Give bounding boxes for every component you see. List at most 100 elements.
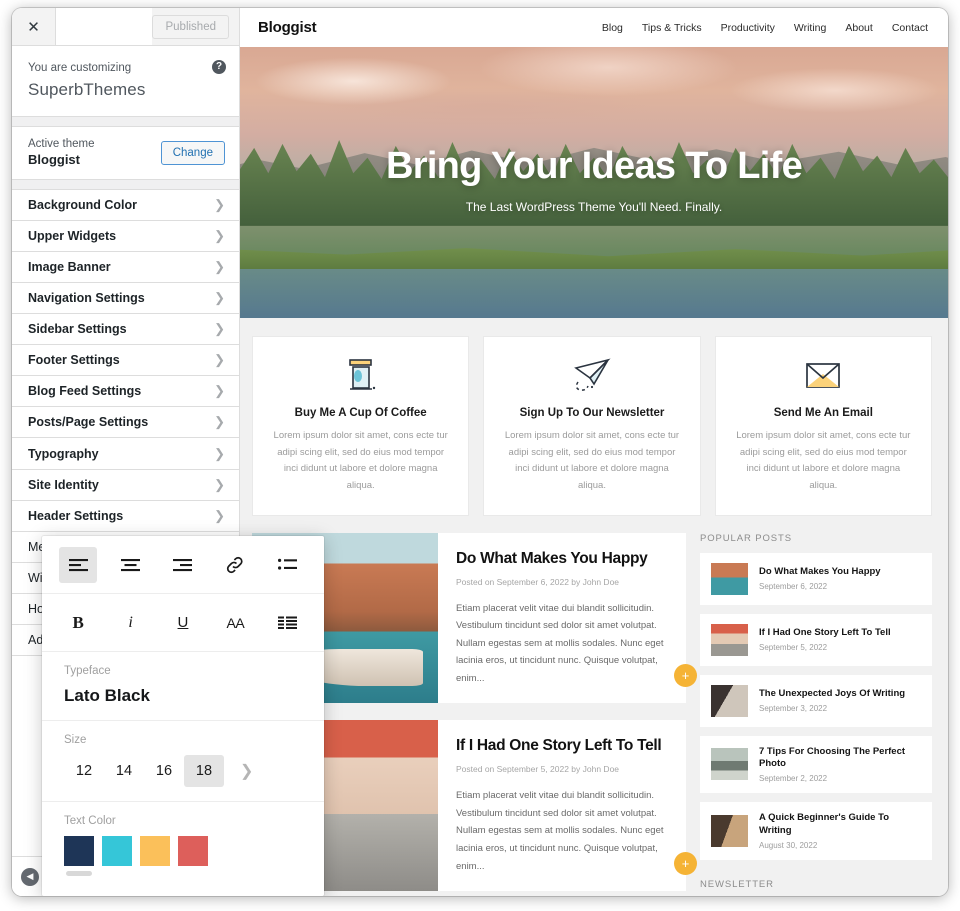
size-options: 12 14 16 18 ❯ [64,755,302,787]
nav-item-contact[interactable]: Contact [892,22,928,34]
feature-card-coffee[interactable]: Buy Me A Cup Of Coffee Lorem ipsum dolor… [252,336,470,516]
font-size-icon[interactable]: AA [216,605,254,641]
chevron-right-icon[interactable]: ❯ [240,761,253,781]
bulleted-list-icon[interactable] [269,547,307,583]
typeface-label: Typeface [64,665,111,677]
nav-item-blog[interactable]: Blog [602,22,623,34]
sidebar-item-blog-feed-settings[interactable]: Blog Feed Settings ❯ [12,376,239,408]
section-label: Background Color [28,198,138,213]
sidebar-item-typography[interactable]: Typography ❯ [12,438,239,471]
chevron-right-icon: ❯ [214,383,225,399]
post-meta: Posted on September 6, 2022 by John Doe [456,576,620,587]
post-title[interactable]: Do What Makes You Happy [456,550,668,568]
popular-post-item[interactable]: 7 Tips For Choosing The Perfect Photo Se… [700,735,932,794]
nav-item-productivity[interactable]: Productivity [721,22,775,34]
theme-divider [12,180,239,191]
section-label: Footer Settings [28,353,120,368]
link-icon[interactable] [216,547,254,583]
popular-post-title[interactable]: If I Had One Story Left To Tell [759,627,891,639]
color-swatches [64,836,302,876]
topbar-spacer [56,8,153,45]
italic-icon[interactable]: i [112,605,150,641]
post-body: If I Had One Story Left To Tell Posted o… [438,720,686,891]
customizer-topbar: ✕ Published [12,8,239,46]
popular-post-item[interactable]: The Unexpected Joys Of Writing September… [700,674,932,727]
close-icon[interactable]: ✕ [12,8,56,45]
align-right-icon[interactable] [164,547,202,583]
nav-item-tips-tricks[interactable]: Tips & Tricks [642,22,702,34]
swatch-wrap-red [178,836,208,876]
sidebar-item-image-banner[interactable]: Image Banner ❯ [12,252,239,284]
color-swatch-red[interactable] [178,836,208,866]
size-option-16[interactable]: 16 [144,755,184,787]
popular-post-thumb [711,748,748,781]
swatch-wrap-navy [64,836,94,876]
chevron-right-icon: ❯ [214,414,225,430]
popular-post-title[interactable]: 7 Tips For Choosing The Perfect Photo [759,746,921,771]
published-button[interactable]: Published [152,14,229,39]
chevron-right-icon: ❯ [214,477,225,493]
popular-post-title[interactable]: The Unexpected Joys Of Writing [759,688,905,700]
hero-subtitle: The Last WordPress Theme You'll Need. Fi… [465,200,723,214]
color-swatch-yellow[interactable] [140,836,170,866]
add-block-button[interactable]: + [674,852,697,876]
add-block-button[interactable]: + [674,664,697,688]
envelope-icon [732,355,915,397]
sidebar-item-sidebar-settings[interactable]: Sidebar Settings ❯ [12,314,239,346]
popular-post-thumb [711,562,748,595]
bold-icon[interactable]: B [59,605,97,641]
sidebar-item-background-color[interactable]: Background Color ❯ [12,190,239,222]
popular-post-date: September 5, 2022 [759,643,828,653]
font-size-label: AA [226,614,245,631]
align-left-icon[interactable] [59,546,98,583]
color-swatch-navy[interactable] [64,836,94,866]
browser-window: Bloggist Blog Tips & Tricks Productivity… [12,8,948,896]
color-swatch-cyan[interactable] [102,836,132,866]
popular-post-date: September 2, 2022 [759,774,828,784]
align-center-icon[interactable] [112,547,150,583]
size-option-12[interactable]: 12 [64,755,104,787]
nav-item-writing[interactable]: Writing [794,22,826,34]
post-title[interactable]: If I Had One Story Left To Tell [456,737,668,755]
section-label: Typography [28,446,99,461]
sidebar-item-navigation-settings[interactable]: Navigation Settings ❯ [12,283,239,315]
feature-card-email[interactable]: Send Me An Email Lorem ipsum dolor sit a… [714,336,932,516]
sidebar-item-header-settings[interactable]: Header Settings ❯ [12,501,239,533]
popular-post-item[interactable]: A Quick Beginner's Guide To Writing Augu… [700,802,932,860]
format-toolbar: B i U AA [42,594,324,652]
chevron-right-icon: ❯ [214,228,225,244]
post-meta: Posted on September 5, 2022 by John Doe [456,764,620,775]
site-nav: Blog Tips & Tricks Productivity Writing … [602,22,928,34]
sidebar-item-posts-page-settings[interactable]: Posts/Page Settings ❯ [12,407,239,439]
swatch-wrap-cyan [102,836,132,876]
feature-card-newsletter[interactable]: Sign Up To Our Newsletter Lorem ipsum do… [483,336,701,516]
change-theme-button[interactable]: Change [160,140,225,165]
size-option-18[interactable]: 18 [184,755,224,787]
popular-post-item[interactable]: Do What Makes You Happy September 6, 202… [700,552,932,605]
underline-icon[interactable]: U [164,605,202,641]
popular-posts-heading: POPULAR POSTS [700,532,792,544]
sidebar-item-site-identity[interactable]: Site Identity ❯ [12,470,239,502]
hero-banner: Bring Your Ideas To Life The Last WordPr… [240,47,948,318]
typeface-field[interactable]: Typeface Lato Black [42,652,324,721]
feature-card-text: Lorem ipsum dolor sit amet, cons ecte tu… [504,430,680,491]
help-icon[interactable]: ? [212,60,226,74]
section-label: Blog Feed Settings [28,384,142,399]
line-height-icon[interactable] [269,605,307,641]
size-option-14[interactable]: 14 [104,755,144,787]
nav-item-about[interactable]: About [845,22,872,34]
collapse-sidebar-button[interactable]: ◀ [21,867,39,886]
popular-post-item[interactable]: If I Had One Story Left To Tell Septembe… [700,613,932,666]
sidebar-item-footer-settings[interactable]: Footer Settings ❯ [12,345,239,377]
bold-label: B [72,612,84,632]
sidebar-item-upper-widgets[interactable]: Upper Widgets ❯ [12,221,239,253]
popular-post-title[interactable]: Do What Makes You Happy [759,566,881,578]
site-logo[interactable]: Bloggist [258,19,317,36]
popular-post-thumb [711,623,748,656]
hero-shoreline [240,248,948,270]
section-label: Site Identity [28,478,99,493]
newsletter-heading: NEWSLETTER [700,878,774,890]
coffee-cup-icon [269,355,452,397]
post-excerpt: Etiam placerat velit vitae dui blandit s… [456,602,664,684]
popular-post-title[interactable]: A Quick Beginner's Guide To Writing [759,812,921,837]
